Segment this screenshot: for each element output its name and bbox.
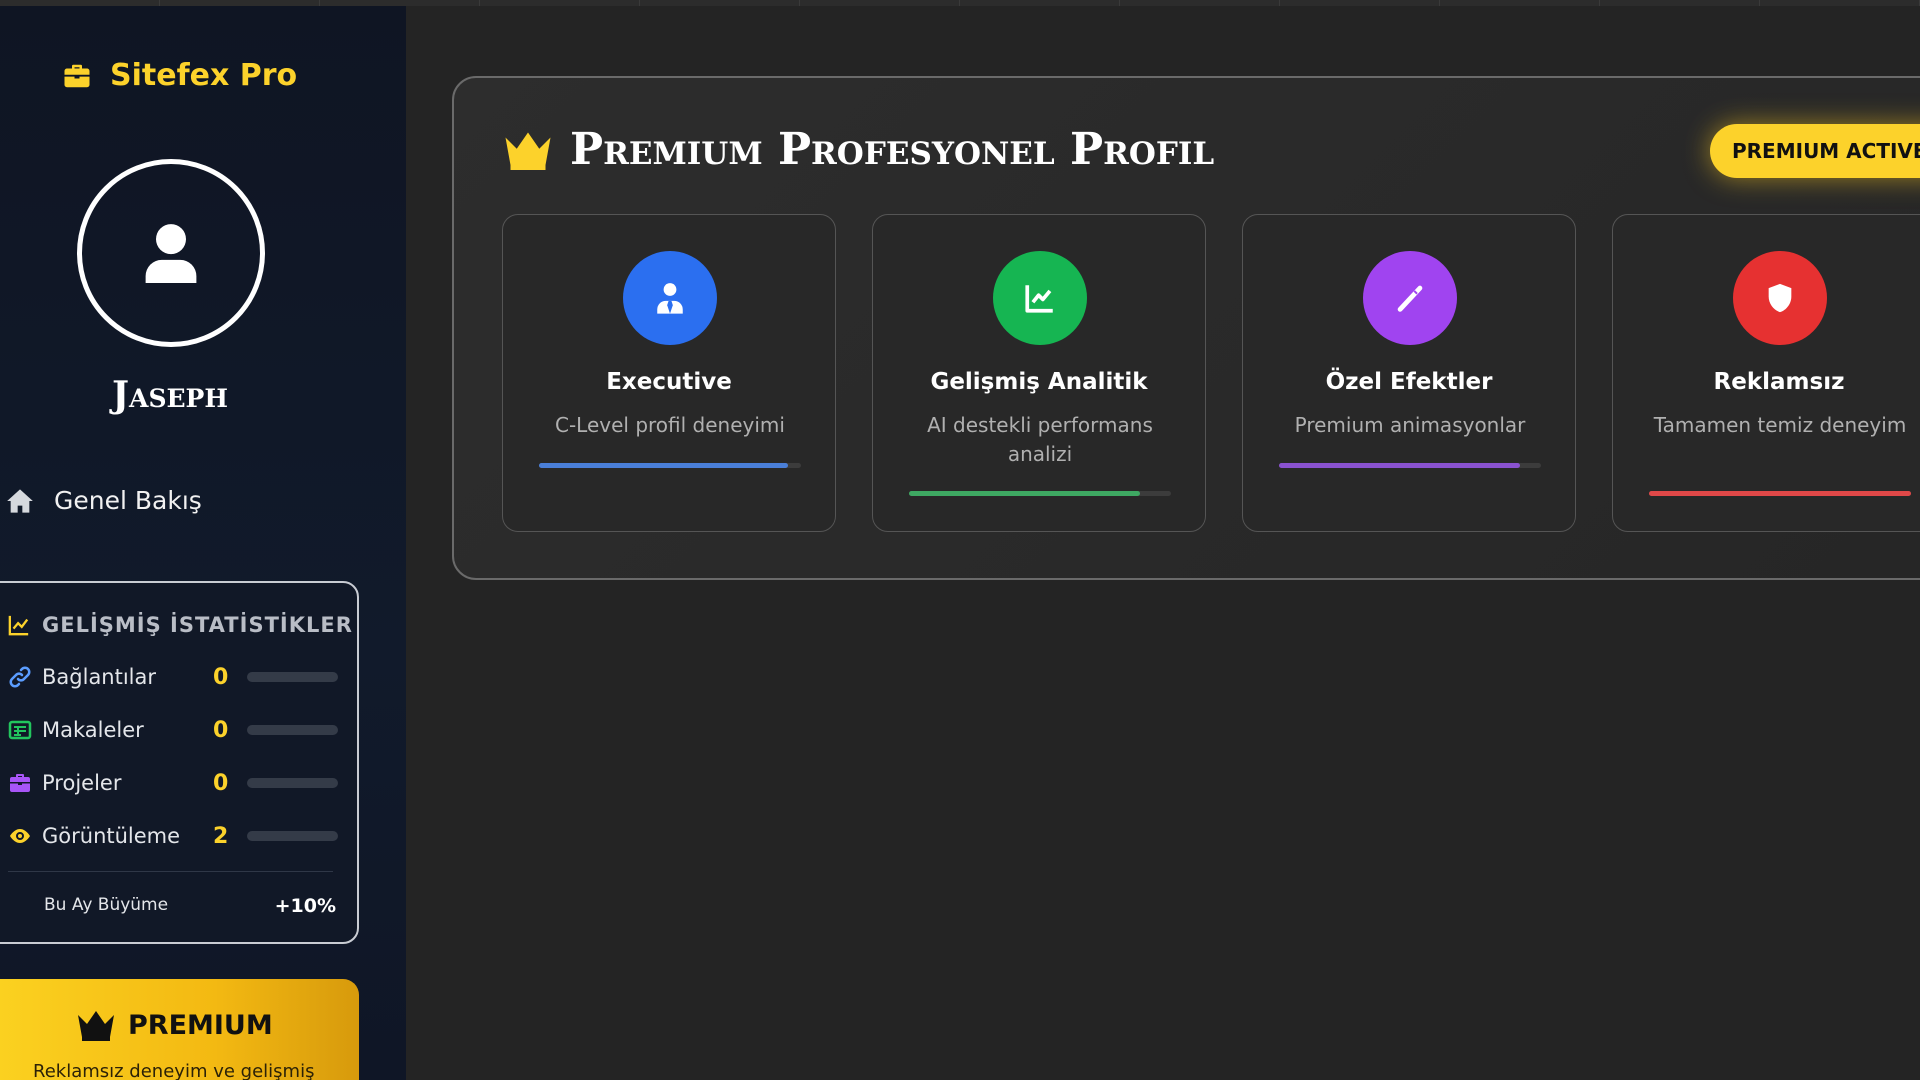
feature-title: Gelişmiş Analitik xyxy=(930,369,1148,395)
executive-icon xyxy=(623,251,717,345)
divider xyxy=(8,871,333,872)
feature-title: Özel Efektler xyxy=(1325,369,1493,395)
nav-item-overview[interactable]: Genel Bakış xyxy=(6,486,202,515)
feature-card-effects[interactable]: Özel Efektler Premium animasyonlar xyxy=(1242,214,1576,532)
feature-description: Premium animasyonlar xyxy=(1294,413,1526,437)
premium-header: PREMIUM xyxy=(76,1009,273,1041)
feature-description: Tamamen temiz deneyim xyxy=(1653,413,1907,437)
brand-name: Sitefex Pro xyxy=(110,58,298,93)
feature-description: AI destekli performans analizi xyxy=(927,413,1153,466)
growth-row: Bu Ay Büyüme +10% xyxy=(44,895,336,917)
stat-row-projects: Projeler 0 xyxy=(8,763,338,803)
briefcase-icon xyxy=(64,64,90,87)
feature-card-executive[interactable]: Executive C-Level profil deneyimi xyxy=(502,214,836,532)
feature-description: C-Level profil deneyimi xyxy=(555,413,785,437)
briefcase-icon xyxy=(8,771,32,795)
premium-description: Reklamsız deneyim ve gelişmiş xyxy=(33,1061,315,1080)
chart-line-icon xyxy=(993,251,1087,345)
stat-bar xyxy=(247,831,338,841)
stat-row-connections: Bağlantılar 0 xyxy=(8,657,338,697)
user-icon xyxy=(145,224,197,283)
feature-progress-bar xyxy=(1279,463,1541,468)
feature-card-ad-free[interactable]: Reklamsız Tamamen temiz deneyim xyxy=(1612,214,1920,532)
chart-line-icon xyxy=(8,615,29,636)
magic-wand-icon xyxy=(1363,251,1457,345)
stat-bar xyxy=(247,778,338,788)
home-icon xyxy=(7,488,33,513)
stat-bar xyxy=(247,725,338,735)
growth-label: Bu Ay Büyüme xyxy=(44,895,169,915)
premium-profile-panel: Premium Profesyonel Profil PREMIUM ACTIV… xyxy=(452,76,1920,580)
stat-row-views: Görüntüleme 2 xyxy=(8,816,338,856)
newspaper-icon xyxy=(8,718,32,742)
feature-title: Reklamsız xyxy=(1713,369,1845,395)
crown-icon xyxy=(78,1011,114,1041)
growth-value: +10% xyxy=(274,895,336,917)
crown-icon xyxy=(505,132,551,170)
premium-title: PREMIUM xyxy=(128,1009,273,1041)
shield-icon xyxy=(1733,251,1827,345)
nav-item-label: Genel Bakış xyxy=(54,486,202,515)
feature-card-analytics[interactable]: Gelişmiş Analitik AI destekli performans… xyxy=(872,214,1206,532)
feature-title: Executive xyxy=(606,369,732,395)
avatar[interactable] xyxy=(77,159,265,347)
panel-title: Premium Profesyonel Profil xyxy=(502,124,1214,175)
eye-icon xyxy=(8,824,32,848)
sidebar: Sitefex Pro Jaseph Genel Bakış GELİŞMİŞ … xyxy=(0,6,406,1080)
premium-card[interactable]: PREMIUM Reklamsız deneyim ve gelişmiş xyxy=(0,979,359,1080)
feature-progress-bar xyxy=(539,463,801,468)
stats-panel: GELİŞMİŞ İSTATİSTİKLER Bağlantılar 0 Mak… xyxy=(0,581,359,944)
stat-bar xyxy=(247,672,338,682)
stats-title: GELİŞMİŞ İSTATİSTİKLER xyxy=(8,613,353,637)
feature-progress-bar xyxy=(909,491,1171,496)
status-badge: PREMIUM ACTIVE xyxy=(1710,124,1920,178)
brand-logo[interactable]: Sitefex Pro xyxy=(62,58,297,93)
feature-progress-bar xyxy=(1649,491,1911,496)
stat-row-articles: Makaleler 0 xyxy=(8,710,338,750)
link-icon xyxy=(8,665,32,689)
username: Jaseph xyxy=(112,374,228,416)
